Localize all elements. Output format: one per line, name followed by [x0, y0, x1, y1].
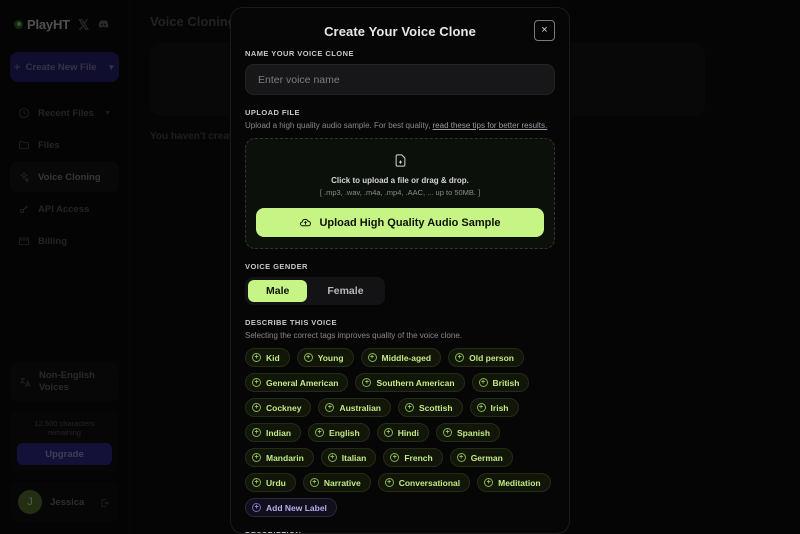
modal-header: Create Your Voice Clone ×: [231, 8, 569, 49]
describe-section-label: DESCRIBE THIS VOICE: [245, 318, 337, 328]
drop-zone-main-text: Click to upload a file or drag & drop.: [331, 176, 469, 186]
voice-tag[interactable]: + Irish: [469, 398, 519, 418]
voice-tag[interactable]: + English: [308, 423, 370, 443]
close-icon[interactable]: ×: [534, 20, 555, 41]
file-drop-zone[interactable]: Click to upload a file or drag & drop. […: [245, 138, 555, 250]
modal-title: Create Your Voice Clone: [324, 24, 476, 39]
voice-tag[interactable]: + Narrative: [302, 473, 371, 493]
plus-circle-icon: +: [478, 378, 488, 388]
voice-tag-label: Urdu: [266, 477, 286, 488]
gender-section-label: VOICE GENDER: [245, 262, 308, 272]
plus-circle-icon: +: [367, 353, 377, 363]
voice-tag[interactable]: + Young: [296, 348, 354, 368]
plus-circle-icon: +: [252, 403, 261, 413]
voice-tag-label: Scottish: [419, 402, 453, 413]
voice-tag[interactable]: + Spanish: [435, 423, 501, 443]
plus-circle-icon: +: [390, 453, 400, 463]
gender-option-female[interactable]: Female: [309, 280, 381, 302]
plus-circle-icon: +: [325, 403, 335, 413]
gender-toggle: Male Female: [245, 277, 385, 306]
voice-name-input[interactable]: [245, 64, 555, 95]
name-section-label: NAME YOUR VOICE CLONE: [245, 49, 354, 58]
upload-subtitle-text: Upload a high quality audio sample. For …: [245, 121, 433, 130]
voice-tag-label: Indian: [266, 427, 292, 438]
plus-circle-icon: +: [484, 478, 494, 488]
voice-tag[interactable]: + Kid: [245, 348, 290, 368]
plus-circle-icon: +: [252, 453, 261, 463]
voice-tag[interactable]: + Scottish: [398, 398, 463, 418]
voice-tag-label: Kid: [266, 352, 280, 363]
plus-circle-icon: +: [476, 403, 486, 413]
upload-button-label: Upload High Quality Audio Sample: [319, 216, 501, 229]
voice-tag-label: Meditation: [498, 477, 541, 488]
voice-tag-label: Mandarin: [266, 452, 304, 463]
voice-tag-label: French: [404, 452, 433, 463]
plus-circle-icon: +: [252, 378, 261, 388]
voice-tag-label: Southern American: [376, 377, 455, 388]
plus-circle-icon: +: [383, 428, 393, 438]
description-section-label: DESCRIPTION: [245, 530, 555, 533]
drop-zone-formats-text: [ .mp3, .wav, .m4a, .mp4, .AAC, ... up t…: [319, 188, 481, 198]
voice-tag[interactable]: + Cockney: [245, 398, 312, 418]
upload-section-subtitle: Upload a high quality audio sample. For …: [245, 120, 555, 131]
voice-tag[interactable]: + Hindi: [376, 423, 429, 443]
plus-circle-icon: +: [252, 353, 261, 363]
plus-circle-icon: +: [455, 353, 465, 363]
create-voice-clone-modal: Create Your Voice Clone × NAME YOUR VOIC…: [230, 7, 570, 534]
voice-tag-label: Italian: [341, 452, 367, 463]
voice-tag-label: Hindi: [397, 427, 419, 438]
voice-tag-label: Irish: [490, 402, 509, 413]
voice-tag[interactable]: + German: [449, 448, 513, 468]
voice-tag[interactable]: + Southern American: [355, 373, 465, 393]
voice-tag[interactable]: + Old person: [448, 348, 524, 368]
voice-tag-label: Narrative: [323, 477, 361, 488]
gender-option-male[interactable]: Male: [248, 280, 308, 303]
file-add-icon: [393, 152, 408, 169]
plus-circle-icon: +: [456, 453, 466, 463]
voice-tag[interactable]: + Mandarin: [245, 448, 314, 468]
voice-tag[interactable]: + Australian: [318, 398, 392, 418]
voice-tag[interactable]: + Italian: [320, 448, 377, 468]
plus-circle-icon: +: [362, 378, 372, 388]
voice-tag-label: Young: [317, 352, 344, 363]
voice-tag-label: Australian: [339, 402, 382, 413]
plus-circle-icon: +: [252, 428, 261, 438]
voice-tag[interactable]: + British: [471, 373, 530, 393]
voice-tag-label: Old person: [469, 352, 514, 363]
plus-circle-icon: +: [303, 353, 313, 363]
voice-tag-label: Middle-aged: [381, 352, 432, 363]
upload-section-label: UPLOAD FILE: [245, 108, 300, 117]
plus-circle-icon: +: [327, 453, 337, 463]
voice-tag[interactable]: + Indian: [245, 423, 302, 443]
add-new-label-button[interactable]: + Add New Label: [245, 498, 337, 518]
plus-circle-icon: +: [252, 503, 261, 513]
voice-tag[interactable]: + Middle-aged: [360, 348, 442, 368]
plus-circle-icon: +: [442, 428, 452, 438]
voice-tag-label: General American: [266, 377, 339, 388]
upload-tips-link[interactable]: read these tips for better results.: [433, 121, 548, 130]
plus-circle-icon: +: [384, 478, 394, 488]
plus-circle-icon: +: [309, 478, 319, 488]
plus-circle-icon: +: [405, 403, 415, 413]
voice-tag[interactable]: + General American: [245, 373, 349, 393]
voice-tag[interactable]: + Urdu: [245, 473, 296, 493]
modal-body: NAME YOUR VOICE CLONE UPLOAD FILE Upload…: [231, 49, 569, 533]
voice-tag[interactable]: + Meditation: [477, 473, 551, 493]
voice-tag-label: British: [492, 377, 520, 388]
describe-section-subtitle: Selecting the correct tags improves qual…: [245, 331, 462, 341]
upload-audio-sample-button[interactable]: Upload High Quality Audio Sample: [256, 208, 544, 238]
voice-tag-label: English: [329, 427, 360, 438]
plus-circle-icon: +: [252, 478, 261, 488]
voice-tag-label: Spanish: [456, 427, 491, 438]
plus-circle-icon: +: [315, 428, 325, 438]
voice-tag-label: German: [470, 452, 503, 463]
voice-tag[interactable]: + French: [383, 448, 443, 468]
voice-tag[interactable]: + Conversational: [377, 473, 471, 493]
cloud-upload-icon: [299, 216, 312, 229]
voice-tag-list: + Kid + Young + Middle-aged + Old person + Genera…: [245, 348, 555, 518]
voice-tag-label: Conversational: [398, 477, 461, 488]
add-new-label-text: Add New Label: [266, 502, 327, 513]
voice-tag-label: Cockney: [266, 402, 302, 413]
